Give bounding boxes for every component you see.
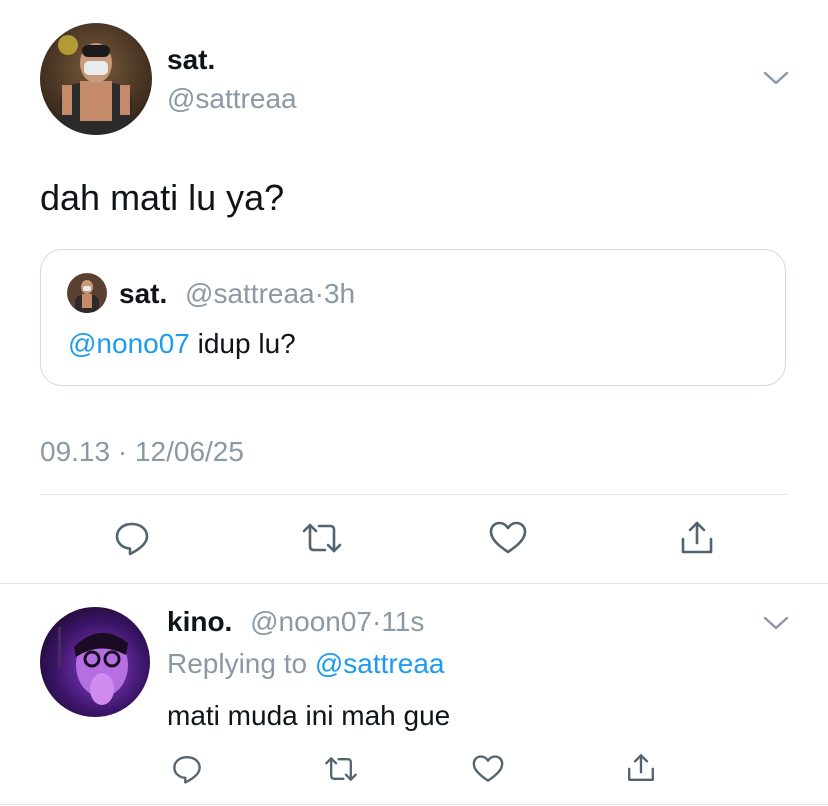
share-icon[interactable]: [676, 518, 718, 558]
reply-text: mati muda ini mah gue: [167, 700, 451, 731]
comment-icon[interactable]: [170, 752, 204, 786]
quoted-tweet[interactable]: sat. @sattreaa·3h @nono07 idup lu?: [40, 249, 786, 386]
chevron-down-icon[interactable]: [760, 612, 792, 634]
quoted-avatar[interactable]: [67, 273, 107, 313]
avatar[interactable]: [40, 23, 152, 135]
comment-icon[interactable]: [112, 518, 152, 558]
reply-author-handle[interactable]: @noon07: [250, 606, 372, 637]
tweet-timestamp[interactable]: 09.13 · 12/06/25: [40, 436, 244, 468]
quoted-author-handle[interactable]: @sattreaa: [185, 278, 315, 309]
chevron-down-icon[interactable]: [760, 66, 792, 90]
author-handle[interactable]: @sattreaa: [167, 83, 297, 115]
section-divider: [0, 583, 828, 584]
retweet-icon[interactable]: [300, 518, 344, 558]
reply-avatar[interactable]: [40, 607, 150, 717]
quoted-text: idup lu?: [197, 328, 296, 359]
quoted-time: 3h: [323, 278, 356, 309]
author-name[interactable]: sat.: [167, 44, 215, 76]
separator-dot: ·: [314, 278, 324, 309]
share-icon[interactable]: [624, 751, 658, 785]
reply-time: 11s: [381, 606, 425, 637]
quoted-author-name[interactable]: sat.: [119, 278, 167, 309]
retweet-icon[interactable]: [322, 752, 360, 786]
bottom-divider: [0, 804, 828, 805]
mention-link[interactable]: @nono07: [68, 328, 190, 359]
tweet-text: dah mati lu ya?: [40, 177, 285, 218]
heart-icon[interactable]: [487, 518, 529, 558]
reply-author-name[interactable]: kino.: [167, 606, 232, 637]
heart-icon[interactable]: [470, 752, 506, 786]
divider: [40, 494, 788, 495]
separator-dot: ·: [371, 606, 382, 637]
replying-to-label: Replying to: [167, 648, 308, 679]
replying-to-handle[interactable]: @sattreaa: [315, 648, 445, 679]
